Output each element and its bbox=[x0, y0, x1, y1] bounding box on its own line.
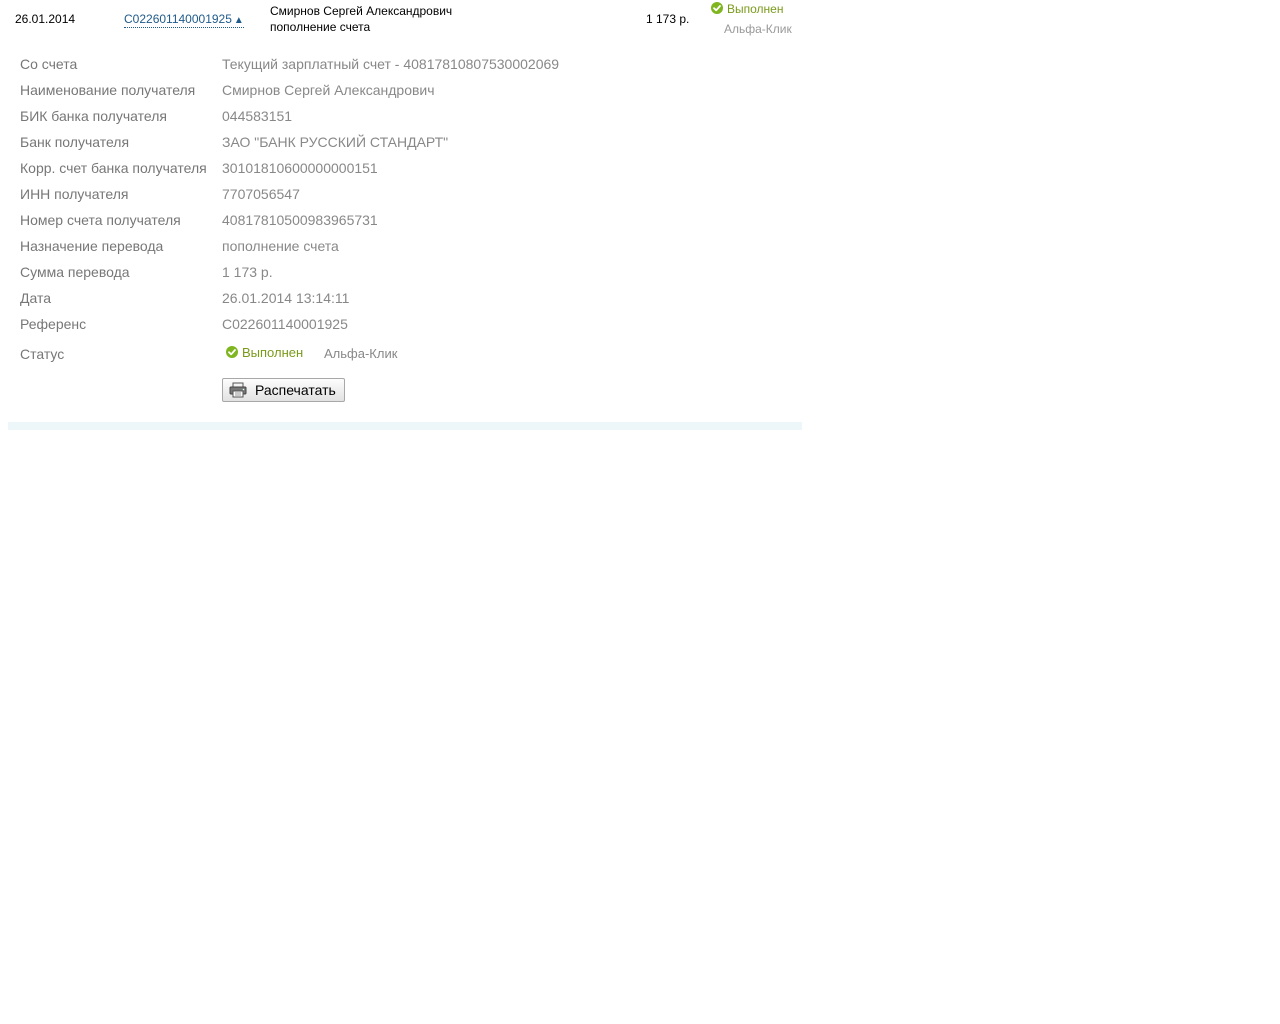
detail-label: Со счета bbox=[20, 56, 78, 72]
detail-label: Дата bbox=[20, 290, 52, 306]
detail-value: ЗАО "БАНК РУССКИЙ СТАНДАРТ" bbox=[222, 134, 449, 150]
detail-label: БИК банка получателя bbox=[20, 108, 167, 124]
detail-value: 1 173 р. bbox=[222, 264, 273, 280]
summary-recipient: Смирнов Сергей Александрович bbox=[270, 4, 453, 18]
detail-label: Статус bbox=[20, 346, 65, 362]
detail-label: Номер счета получателя bbox=[20, 212, 181, 228]
detail-row-recipient-name: Наименование получателя Смирнов Сергей А… bbox=[8, 82, 802, 108]
triangle-up-icon: ▲ bbox=[233, 15, 244, 26]
summary-reference-text: C022601140001925 bbox=[124, 12, 232, 26]
print-button[interactable]: Распечатать bbox=[222, 378, 345, 402]
detail-row-from-account: Со счета Текущий зарплатный счет - 40817… bbox=[8, 56, 802, 82]
check-circle-icon bbox=[226, 346, 238, 358]
detail-row-inn: ИНН получателя 7707056547 bbox=[8, 186, 802, 212]
summary-date: 26.01.2014 bbox=[15, 12, 76, 26]
detail-status: Выполнен bbox=[226, 345, 303, 360]
detail-label: Банк получателя bbox=[20, 134, 130, 150]
printer-icon bbox=[229, 382, 247, 398]
detail-value: 40817810500983965731 bbox=[222, 212, 378, 228]
detail-value: пополнение счета bbox=[222, 238, 339, 254]
detail-status-text: Выполнен bbox=[242, 345, 304, 360]
transaction-panel: 26.01.2014 C022601140001925 ▲ Смирнов Сер… bbox=[8, 0, 802, 412]
detail-row-reference: Референс C022601140001925 bbox=[8, 316, 802, 342]
detail-row-status: Статус Выполнен Альфа-Клик bbox=[8, 342, 802, 372]
detail-row-amount: Сумма перевода 1 173 р. bbox=[8, 264, 802, 290]
detail-label: Назначение перевода bbox=[20, 238, 164, 254]
detail-label: Наименование получателя bbox=[20, 82, 196, 98]
detail-value: Текущий зарплатный счет - 40817810807530… bbox=[222, 56, 560, 72]
detail-value: 044583151 bbox=[222, 108, 293, 124]
panel-bottom-divider bbox=[8, 422, 802, 430]
transaction-details: Со счета Текущий зарплатный счет - 40817… bbox=[8, 40, 802, 412]
detail-row-corr-account: Корр. счет банка получателя 301018106000… bbox=[8, 160, 802, 186]
detail-row-purpose: Назначение перевода пополнение счета bbox=[8, 238, 802, 264]
detail-label: Корр. счет банка получателя bbox=[20, 160, 207, 176]
transaction-summary-row[interactable]: 26.01.2014 C022601140001925 ▲ Смирнов Сер… bbox=[8, 0, 802, 40]
summary-purpose: пополнение счета bbox=[270, 20, 371, 34]
detail-label: Сумма перевода bbox=[20, 264, 130, 280]
summary-channel: Альфа-Клик bbox=[724, 22, 792, 36]
detail-status-channel: Альфа-Клик bbox=[324, 346, 398, 361]
detail-row-bik: БИК банка получателя 044583151 bbox=[8, 108, 802, 134]
summary-reference-link[interactable]: C022601140001925 ▲ bbox=[124, 12, 244, 28]
detail-value: 26.01.2014 13:14:11 bbox=[222, 290, 350, 306]
detail-row-recipient-account: Номер счета получателя 40817810500983965… bbox=[8, 212, 802, 238]
check-circle-icon bbox=[711, 2, 723, 14]
detail-row-bank: Банк получателя ЗАО "БАНК РУССКИЙ СТАНДА… bbox=[8, 134, 802, 160]
detail-row-date: Дата 26.01.2014 13:14:11 bbox=[8, 290, 802, 316]
detail-value: Смирнов Сергей Александрович bbox=[222, 82, 435, 98]
detail-label: ИНН получателя bbox=[20, 186, 129, 202]
print-button-label: Распечатать bbox=[255, 382, 336, 398]
summary-status-text: Выполнен bbox=[727, 2, 784, 16]
detail-value: 30101810600000000151 bbox=[222, 160, 378, 176]
detail-label: Референс bbox=[20, 316, 87, 332]
summary-amount: 1 173 р. bbox=[646, 12, 690, 26]
print-area: Распечатать bbox=[8, 372, 802, 412]
detail-value: 7707056547 bbox=[222, 186, 300, 202]
detail-value: C022601140001925 bbox=[222, 316, 348, 332]
summary-status: Выполнен bbox=[711, 2, 783, 16]
